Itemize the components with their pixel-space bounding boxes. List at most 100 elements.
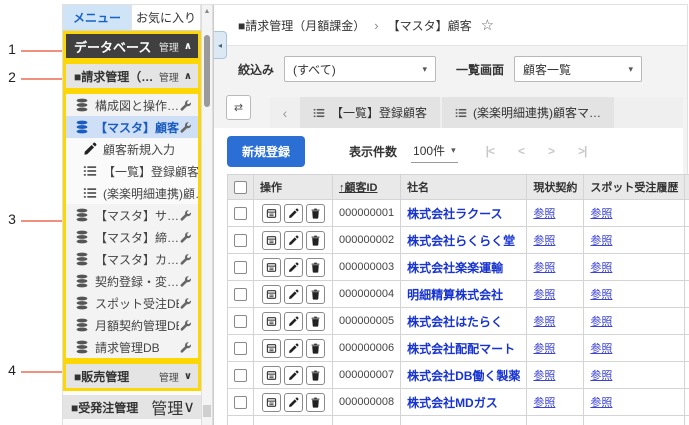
admin-link[interactable]: 管理 xyxy=(159,39,179,54)
sidebar-item[interactable]: 【マスタ】顧客 xyxy=(66,116,198,138)
column-header[interactable]: 現状契約 xyxy=(526,174,585,200)
detail-icon[interactable] xyxy=(261,392,281,412)
current-contract-ref-link[interactable]: 参照 xyxy=(533,397,555,409)
detail-icon[interactable] xyxy=(261,230,281,250)
tab-menu[interactable]: メニュー xyxy=(63,5,132,30)
order-group-header[interactable]: ■受発注管理 管理 ∨ xyxy=(63,395,201,419)
edit-icon[interactable] xyxy=(283,338,303,358)
scrollbar-thumb[interactable] xyxy=(204,35,210,107)
row-checkbox[interactable] xyxy=(234,260,247,274)
chevron-down-icon[interactable]: ∨ xyxy=(184,371,192,382)
sales-group-header[interactable]: ■販売管理 管理 ∨ xyxy=(66,364,198,388)
sidebar-item[interactable]: 【マスタ】締… xyxy=(66,226,198,248)
view-tab[interactable]: (楽楽明細連携)顧客マ… xyxy=(442,97,615,128)
sidebar-item[interactable]: スポット受注DB xyxy=(66,292,198,314)
detail-icon[interactable] xyxy=(261,203,281,223)
sidebar-item[interactable]: 請求管理DB xyxy=(66,336,198,358)
page-size-select[interactable]: 100件 ▾ xyxy=(411,140,458,163)
wrench-icon[interactable] xyxy=(179,253,192,266)
select-all-checkbox[interactable] xyxy=(234,180,247,194)
company-name-link[interactable]: 株式会社はたらく xyxy=(407,315,503,329)
delete-icon[interactable] xyxy=(305,257,325,277)
current-contract-ref-link[interactable]: 参照 xyxy=(533,262,555,274)
spot-order-history-ref-link[interactable]: 参照 xyxy=(590,397,612,409)
edit-icon[interactable] xyxy=(283,365,303,385)
sidebar-collapse-icon[interactable]: ◂ xyxy=(214,31,227,59)
last-page-icon[interactable]: >| xyxy=(578,144,587,158)
sidebar-item[interactable]: 【マスタ】カ… xyxy=(66,248,198,270)
sidebar-item[interactable]: (楽楽明細連携)顧… xyxy=(66,182,198,204)
current-contract-ref-link[interactable]: 参照 xyxy=(533,289,555,301)
billing-group-header[interactable]: ■請求管理（… 管理 ∧ xyxy=(66,64,198,88)
spot-order-history-ref-link[interactable]: 参照 xyxy=(590,235,612,247)
delete-icon[interactable] xyxy=(305,203,325,223)
detail-icon[interactable] xyxy=(261,365,281,385)
admin-link[interactable]: 管理 xyxy=(159,369,179,384)
tab-scroll-left-icon[interactable]: ‹ xyxy=(270,97,300,128)
wrench-icon[interactable] xyxy=(179,209,192,222)
wrench-icon[interactable] xyxy=(179,341,192,354)
sidebar-item[interactable]: 構成図と操作… xyxy=(66,94,198,116)
wrench-icon[interactable] xyxy=(179,297,192,310)
delete-icon[interactable] xyxy=(305,338,325,358)
new-record-button[interactable]: 新規登録 xyxy=(227,135,306,167)
sidebar-item[interactable]: 顧客新規入力 xyxy=(66,138,198,160)
column-header[interactable]: 社名 xyxy=(400,174,528,200)
current-contract-ref-link[interactable]: 参照 xyxy=(533,208,555,220)
company-name-link[interactable]: 株式会社ラクース xyxy=(407,207,502,221)
column-header[interactable]: ↑顧客ID xyxy=(331,174,402,200)
spot-order-history-ref-link[interactable]: 参照 xyxy=(590,289,612,301)
detail-icon[interactable] xyxy=(261,338,281,358)
delete-icon[interactable] xyxy=(305,311,325,331)
scroll-down-button[interactable] xyxy=(203,405,211,417)
detail-icon[interactable] xyxy=(261,257,281,277)
admin-link[interactable]: 管理 xyxy=(159,69,179,84)
sidebar-item[interactable]: 【マスタ】サ… xyxy=(66,204,198,226)
edit-icon[interactable] xyxy=(283,284,303,304)
column-header[interactable]: 操作 xyxy=(253,174,333,200)
delete-icon[interactable] xyxy=(305,365,325,385)
scroll-up-icon[interactable]: ▲ xyxy=(202,5,212,19)
sidebar-item[interactable]: 月額契約管理DB xyxy=(66,314,198,336)
sidebar-item[interactable]: 契約登録・変… xyxy=(66,270,198,292)
spot-order-history-ref-link[interactable]: 参照 xyxy=(590,316,612,328)
resize-icon[interactable]: ⇄ xyxy=(226,95,251,120)
row-checkbox[interactable] xyxy=(234,341,247,355)
delete-icon[interactable] xyxy=(305,230,325,250)
company-name-link[interactable]: 株式会社MDガス xyxy=(407,396,498,410)
row-checkbox[interactable] xyxy=(234,368,247,382)
next-page-icon[interactable]: > xyxy=(548,144,555,158)
wrench-icon[interactable] xyxy=(179,99,192,112)
row-checkbox[interactable] xyxy=(234,233,247,247)
detail-icon[interactable] xyxy=(261,311,281,331)
column-header[interactable]: スポット受注履歴 xyxy=(583,174,686,200)
spot-order-history-ref-link[interactable]: 参照 xyxy=(590,262,612,274)
chevron-up-icon[interactable]: ∧ xyxy=(184,71,192,82)
filter-select[interactable]: (すべて) ▾ xyxy=(284,56,437,82)
edit-icon[interactable] xyxy=(283,392,303,412)
row-checkbox[interactable] xyxy=(234,314,247,328)
edit-icon[interactable] xyxy=(283,203,303,223)
wrench-icon[interactable] xyxy=(179,231,192,244)
company-name-link[interactable]: 株式会社配配マート xyxy=(407,342,515,356)
wrench-icon[interactable] xyxy=(179,121,192,134)
database-section-header[interactable]: データベース 管理 ∧ xyxy=(66,34,198,58)
edit-icon[interactable] xyxy=(283,257,303,277)
delete-icon[interactable] xyxy=(305,392,325,412)
spot-order-history-ref-link[interactable]: 参照 xyxy=(590,208,612,220)
row-checkbox[interactable] xyxy=(234,287,247,301)
list-view-select[interactable]: 顧客一覧 ▾ xyxy=(514,56,643,82)
wrench-icon[interactable] xyxy=(179,275,192,288)
first-page-icon[interactable]: |< xyxy=(486,144,495,158)
chevron-up-icon[interactable]: ∧ xyxy=(184,41,192,52)
current-contract-ref-link[interactable]: 参照 xyxy=(533,343,555,355)
company-name-link[interactable]: 株式会社DB働く製薬 xyxy=(407,369,520,383)
favorite-star-icon[interactable]: ☆ xyxy=(481,16,494,34)
row-checkbox[interactable] xyxy=(234,395,247,409)
delete-icon[interactable] xyxy=(305,284,325,304)
chevron-down-icon[interactable]: ∨ xyxy=(183,397,195,417)
prev-page-icon[interactable]: < xyxy=(518,144,525,158)
current-contract-ref-link[interactable]: 参照 xyxy=(533,316,555,328)
current-contract-ref-link[interactable]: 参照 xyxy=(533,370,555,382)
sidebar-item[interactable]: 【一覧】登録顧客 xyxy=(66,160,198,182)
